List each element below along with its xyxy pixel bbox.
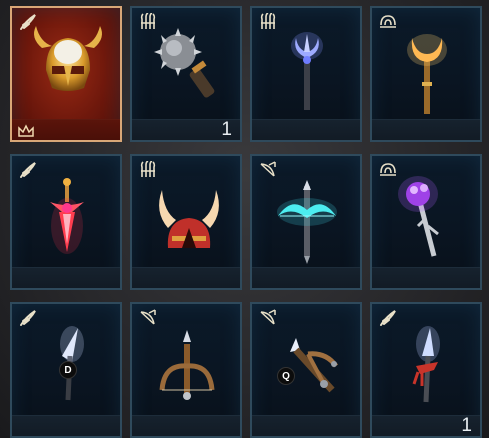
- inventory-slot-golden-crescent-staff[interactable]: [370, 6, 482, 142]
- inventory-slot-ballista-crossbow[interactable]: Q: [250, 302, 362, 438]
- slot-footer: [372, 267, 480, 288]
- inventory-slot-red-tassel-spear[interactable]: 1: [370, 302, 482, 438]
- golden-crescent-staff-icon: [407, 34, 447, 114]
- trident-staff-icon: [291, 32, 323, 110]
- hotkey-badge: Q: [277, 367, 295, 385]
- item-count: 1: [221, 119, 232, 140]
- slot-footer: [252, 267, 360, 288]
- slot-footer: [372, 119, 480, 140]
- horned-golden-helmet-icon: [34, 26, 102, 91]
- hotkey-badge: D: [59, 361, 77, 379]
- ballista-crossbow-icon: [290, 338, 339, 393]
- inventory-slot-white-spear[interactable]: D: [10, 302, 122, 438]
- purple-orb-staff-icon: [398, 176, 439, 257]
- inventory-grid: 1 D Q 1: [10, 6, 482, 438]
- inventory-slot-spiked-mace[interactable]: 1: [130, 6, 242, 142]
- spiked-mace-icon: [154, 28, 215, 98]
- item-count: 1: [461, 415, 472, 436]
- inventory-slot-red-flame-dagger[interactable]: [10, 154, 122, 290]
- crown-icon: [18, 124, 34, 137]
- horned-red-helmet-icon: [159, 190, 219, 248]
- red-flame-dagger-icon: [50, 178, 84, 254]
- slot-footer: [132, 415, 240, 436]
- inventory-slot-horned-golden-helmet[interactable]: [10, 6, 122, 142]
- slot-footer: [252, 415, 360, 436]
- slot-footer: [132, 267, 240, 288]
- inventory-slot-cyan-crossbow[interactable]: [250, 154, 362, 290]
- slot-footer: [252, 119, 360, 140]
- red-tassel-spear-icon: [412, 326, 440, 403]
- inventory-slot-horned-red-helmet[interactable]: [130, 154, 242, 290]
- slot-footer: [12, 415, 120, 436]
- inventory-slot-wooden-crossbow[interactable]: [130, 302, 242, 438]
- cyan-crossbow-icon: [277, 180, 337, 264]
- wooden-crossbow-icon: [159, 330, 215, 400]
- inventory-slot-trident-staff[interactable]: [250, 6, 362, 142]
- inventory-slot-purple-orb-staff[interactable]: [370, 154, 482, 290]
- slot-footer: [12, 267, 120, 288]
